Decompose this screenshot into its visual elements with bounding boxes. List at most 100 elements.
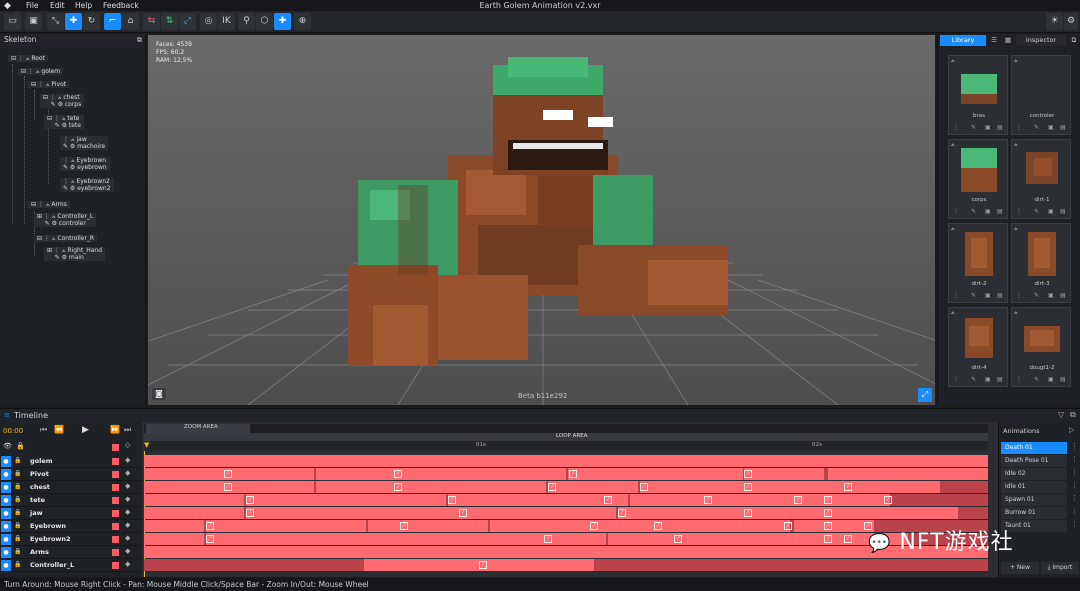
- keyframe-segment[interactable]: [246, 494, 446, 506]
- more-icon[interactable]: ⋮: [1016, 376, 1022, 383]
- tree-node-controller-r[interactable]: ⊟ ⋮ ⟑ Controller_R: [34, 235, 98, 242]
- keyframe-segment[interactable]: [828, 468, 988, 480]
- keyframe-marker-icon[interactable]: ⁄: [246, 509, 254, 517]
- expand-panel-icon[interactable]: ⧉: [1068, 35, 1080, 46]
- keyframe-marker-icon[interactable]: ⁄: [674, 535, 682, 543]
- track-row[interactable]: ● 🔒 Eyebrown ◆: [0, 520, 142, 533]
- axis-gizmo-icon[interactable]: ⤢: [918, 388, 932, 402]
- more-icon[interactable]: ⋮: [953, 376, 959, 383]
- prev-frame-icon[interactable]: ⏪: [54, 425, 64, 434]
- ik-target-icon[interactable]: ◎: [200, 13, 217, 30]
- visibility-eye-icon[interactable]: ●: [1, 508, 11, 519]
- cube-icon[interactable]: ⬡: [256, 13, 273, 30]
- track-lane[interactable]: [144, 546, 988, 558]
- track-color-swatch[interactable]: [112, 523, 119, 530]
- more-icon[interactable]: ⋮: [953, 124, 959, 131]
- edit-icon[interactable]: ✎: [1034, 124, 1039, 131]
- copy-icon[interactable]: ▣: [985, 292, 991, 299]
- keyframe-marker-icon[interactable]: ⁄: [744, 470, 752, 478]
- animation-more-icon[interactable]: ⋮: [1071, 455, 1078, 463]
- keyframe-marker-icon[interactable]: ⁄: [744, 483, 752, 491]
- move-icon[interactable]: ✚: [65, 13, 82, 30]
- edit-icon[interactable]: ✎: [971, 376, 976, 383]
- more-icon[interactable]: ⋮: [953, 208, 959, 215]
- expand-panel-icon[interactable]: ⧉: [137, 34, 142, 46]
- lock-icon[interactable]: 🔒: [14, 470, 21, 477]
- visibility-eye-icon[interactable]: ●: [1, 469, 11, 480]
- keyframe-diamond-icon[interactable]: ◆: [125, 534, 130, 542]
- keyframe-diamond-icon[interactable]: ◆: [125, 482, 130, 490]
- visibility-eye-icon[interactable]: ●: [1, 560, 11, 571]
- tree-node-chest[interactable]: ⊟ ⋮ ⟑ chest ✎ ⚙ corps: [40, 94, 85, 108]
- edit-icon[interactable]: ✎: [971, 208, 976, 215]
- copy-icon[interactable]: ▣: [1048, 208, 1054, 215]
- keyframe-marker-icon[interactable]: ⁄: [654, 522, 662, 530]
- new-animation-button[interactable]: + New: [1001, 562, 1039, 574]
- track-lane[interactable]: ⁄ ⁄ ⁄ ⁄ ⁄: [144, 507, 988, 519]
- track-color-swatch[interactable]: [112, 484, 119, 491]
- settings-gear-icon[interactable]: ⚙: [1064, 13, 1078, 30]
- import-animation-button[interactable]: ⤓ Import: [1041, 562, 1079, 574]
- track-row[interactable]: ● 🔒 jaw ◆: [0, 507, 142, 520]
- track-color-swatch[interactable]: [112, 549, 119, 556]
- delete-icon[interactable]: ▤: [1060, 124, 1066, 131]
- menu-edit[interactable]: Edit: [50, 1, 65, 10]
- track-color-swatch[interactable]: [112, 562, 119, 569]
- keyframe-marker-icon[interactable]: ⁄: [844, 535, 852, 543]
- animation-more-icon[interactable]: ⋮: [1071, 494, 1078, 502]
- keyframe-marker-icon[interactable]: ⁄: [824, 496, 832, 504]
- keyframe-segment[interactable]: [548, 481, 638, 493]
- track-lane[interactable]: ⁄ ⁄ ⁄ ⁄ ⁄ ⁄: [144, 481, 988, 493]
- edit-icon[interactable]: ✎: [1034, 292, 1039, 299]
- lock-all-icon[interactable]: 🔒: [16, 442, 25, 450]
- lock-icon[interactable]: 🔒: [14, 535, 21, 542]
- light-icon[interactable]: ☀: [1046, 13, 1063, 30]
- track-row[interactable]: ● 🔒 Controller_L ◆: [0, 559, 142, 572]
- keyframe-segment[interactable]: [630, 494, 890, 506]
- keyframe-diamond-icon[interactable]: ◆: [125, 495, 130, 503]
- library-item-dirt-3[interactable]: ⟑ dirt-3 ⋮ ✎ ▣ ▤: [1011, 223, 1071, 303]
- keyframe-diamond-icon[interactable]: ◆: [125, 508, 130, 516]
- keyframe-segment[interactable]: [316, 468, 566, 480]
- delete-icon[interactable]: ▤: [1060, 208, 1066, 215]
- keyframe-segment[interactable]: [368, 520, 488, 532]
- lock-icon[interactable]: 🔒: [14, 548, 21, 555]
- more-icon[interactable]: ⋮: [1016, 292, 1022, 299]
- copy-icon[interactable]: ▣: [985, 124, 991, 131]
- keyframe-marker-icon[interactable]: ⁄: [604, 496, 612, 504]
- tree-node-tete[interactable]: ⊟ ⋮ ⟑ tete ✎ ⚙ tete: [44, 115, 84, 129]
- mirror-z-icon[interactable]: ⤢: [179, 13, 196, 30]
- more-icon[interactable]: ⋮: [1016, 124, 1022, 131]
- keyframe-segment[interactable]: [744, 468, 824, 480]
- keyframe-marker-icon[interactable]: ⁄: [548, 483, 556, 491]
- keyframe-segment[interactable]: [618, 507, 958, 519]
- edit-icon[interactable]: ✎: [971, 292, 976, 299]
- keyframe-segment[interactable]: [608, 533, 908, 545]
- visibility-eye-icon[interactable]: ●: [1, 521, 11, 532]
- copy-icon[interactable]: ▣: [1048, 292, 1054, 299]
- time-ruler[interactable]: ▼ 01s 02s: [144, 441, 988, 451]
- keyframe-marker-icon[interactable]: ⁄: [394, 470, 402, 478]
- tree-node-jaw[interactable]: ⋮ ⟑ jaw ✎ ⚙ machoire: [60, 136, 109, 150]
- delete-icon[interactable]: ▤: [997, 124, 1003, 131]
- copy-icon[interactable]: ▣: [985, 376, 991, 383]
- tree-node-controller-l[interactable]: ⊞ ⋮ ⟑ Controller_L ✎ ⚙ controler: [34, 213, 97, 227]
- track-row[interactable]: ● 🔒 tete ◆: [0, 494, 142, 507]
- track-lane[interactable]: ⁄ ⁄ ⁄ ⁄: [144, 468, 988, 480]
- track-lane[interactable]: ⁄: [144, 559, 988, 571]
- bone-icon[interactable]: ⌂: [122, 13, 139, 30]
- mirror-x-icon[interactable]: ⇆: [143, 13, 160, 30]
- keyframe-marker-icon[interactable]: ⁄: [569, 470, 577, 478]
- visibility-all-icon[interactable]: 👁: [3, 442, 12, 450]
- delete-icon[interactable]: ▤: [1060, 292, 1066, 299]
- collapse-icon[interactable]: ▽: [1058, 410, 1064, 419]
- animation-item[interactable]: Burrow 01: [1001, 507, 1067, 519]
- library-item-bras[interactable]: ⟑ bras ⋮ ✎ ▣ ▤: [948, 55, 1008, 135]
- keyframe-segment[interactable]: [144, 546, 988, 558]
- keyframe-marker-icon[interactable]: ⁄: [640, 483, 648, 491]
- copy-icon[interactable]: ▣: [1048, 376, 1054, 383]
- lock-icon[interactable]: 🔒: [14, 561, 21, 568]
- keyframe-marker-icon[interactable]: ⁄: [479, 561, 487, 569]
- visibility-eye-icon[interactable]: ●: [1, 482, 11, 493]
- track-lane[interactable]: ⁄ ⁄ ⁄ ⁄ ⁄ ⁄ ⁄: [144, 494, 988, 506]
